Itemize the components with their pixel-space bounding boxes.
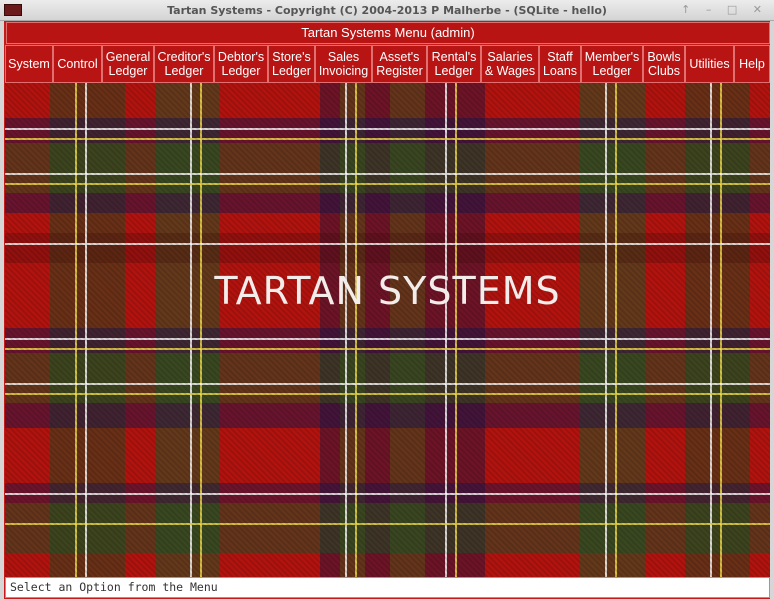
menu-system[interactable]: System: [5, 45, 53, 83]
brand-title: TARTAN SYSTEMS: [214, 269, 561, 313]
menu-help[interactable]: Help: [734, 45, 770, 83]
main-window: Tartan Systems Menu (admin) System Contr…: [4, 21, 770, 599]
tartan-background: TARTAN SYSTEMS: [5, 83, 770, 577]
menu-bowls-clubs[interactable]: Bowls Clubs: [643, 45, 685, 83]
menu-sales-invoicing[interactable]: Sales Invoicing: [315, 45, 372, 83]
menu-bar: System Control General Ledger Creditor's…: [5, 45, 770, 83]
menu-stores-ledger[interactable]: Store's Ledger: [268, 45, 315, 83]
menu-utilities[interactable]: Utilities: [685, 45, 734, 83]
window-controls[interactable]: ↑ – □ ✕: [681, 3, 768, 16]
menu-assets-register[interactable]: Asset's Register: [372, 45, 427, 83]
menu-rentals-ledger[interactable]: Rental's Ledger: [427, 45, 481, 83]
menu-general-ledger[interactable]: General Ledger: [102, 45, 154, 83]
menu-header: Tartan Systems Menu (admin): [6, 22, 770, 44]
menu-staff-loans[interactable]: Staff Loans: [539, 45, 581, 83]
window-title: Tartan Systems - Copyright (C) 2004-2013…: [167, 4, 607, 17]
status-bar: Select an Option from the Menu: [5, 577, 770, 598]
menu-members-ledger[interactable]: Member's Ledger: [581, 45, 643, 83]
window-titlebar: Tartan Systems - Copyright (C) 2004-2013…: [0, 0, 774, 21]
menu-debtors-ledger[interactable]: Debtor's Ledger: [214, 45, 268, 83]
menu-salaries-wages[interactable]: Salaries & Wages: [481, 45, 539, 83]
menu-control[interactable]: Control: [53, 45, 102, 83]
menu-creditors-ledger[interactable]: Creditor's Ledger: [154, 45, 214, 83]
tartan-weave: [5, 83, 770, 577]
